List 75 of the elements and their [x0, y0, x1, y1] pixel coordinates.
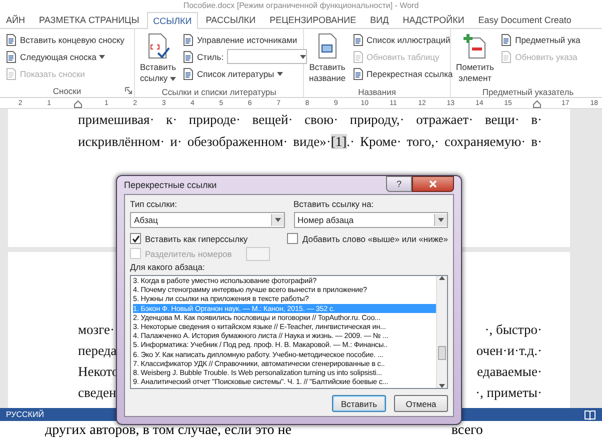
- group-label: Ссылки и списки литературы: [160, 86, 278, 98]
- ribbon-tab[interactable]: РАССЫЛКИ: [200, 11, 262, 28]
- ribbon-tab[interactable]: АЙН: [0, 11, 31, 28]
- ribbon-button[interactable]: Следующая сноска: [3, 48, 126, 65]
- document-text-line: примешивая· к· природе· вещей· свою· природу,· отражает· вещи· в·: [78, 111, 542, 129]
- ribbon-button[interactable]: Предметный ука: [498, 31, 582, 48]
- caret-icon: [170, 77, 176, 81]
- ribbon-large-button[interactable]: Вставить название: [307, 31, 348, 86]
- caret-icon: [274, 218, 280, 222]
- dialog-button[interactable]: Вставить: [332, 395, 386, 412]
- ribbon-large-button[interactable]: Вставить ссылку: [138, 31, 178, 86]
- document-check-icon: [146, 33, 170, 59]
- scrollbar-thumb[interactable]: [438, 346, 446, 360]
- document-text: ·, приметы·: [476, 384, 542, 402]
- scroll-up-icon[interactable]: [439, 276, 445, 280]
- caret-icon: [277, 72, 284, 76]
- caret-icon: [300, 54, 306, 58]
- insert-reference-dropdown[interactable]: Номер абзаца: [294, 212, 448, 228]
- document-text: едаваемые·: [477, 363, 542, 381]
- document-icon: [5, 68, 17, 80]
- document-icon: [182, 68, 194, 80]
- document-text: всего: [451, 422, 483, 440]
- document-icon: [352, 68, 364, 80]
- ribbon-button[interactable]: Управление источниками: [180, 31, 309, 48]
- document-icon: [500, 50, 512, 62]
- document-icon: [352, 34, 364, 46]
- checkbox[interactable]: Вставить как гиперссылку: [130, 232, 278, 245]
- document-icon: [182, 50, 194, 62]
- paragraph-listbox[interactable]: [130, 275, 448, 389]
- scrollbar[interactable]: [436, 276, 447, 388]
- document-text: переда: [78, 342, 117, 360]
- group-label: Сноски: [52, 85, 82, 97]
- window-title: Пособие.docx [Режим ограниченной функциональности] - Word: [182, 0, 420, 11]
- ribbon-tab[interactable]: РАЗМЕТКА СТРАНИЦЫ: [32, 11, 146, 28]
- scroll-down-icon[interactable]: [439, 384, 445, 388]
- ribbon-button[interactable]: Перекрестная ссылка: [350, 65, 455, 82]
- field-label: Тип ссылки:: [130, 199, 178, 210]
- ribbon-tab[interactable]: ССЫЛКИ: [147, 12, 198, 29]
- close-icon: [429, 180, 437, 188]
- ribbon-button[interactable]: Вставить концевую сноску: [3, 31, 126, 48]
- ribbon-tab[interactable]: НАДСТРОЙКИ: [396, 11, 470, 28]
- ribbon-tab[interactable]: РЕЦЕНЗИРОВАНИЕ: [264, 11, 362, 28]
- ribbon-tab[interactable]: ВИД: [364, 11, 395, 28]
- document-icon: [5, 34, 17, 46]
- document-text-line: искривлённом· и· обезображенном· виде»·[1].· Кроме· того,· сохраняемую· в·: [78, 133, 542, 151]
- document-text: мозге·: [78, 321, 114, 339]
- document-icon: [500, 34, 512, 46]
- document-icon: [5, 50, 17, 62]
- ribbon-large-button[interactable]: Пометить элемент: [454, 31, 496, 86]
- document-plus-icon: [463, 33, 488, 59]
- ribbon-button[interactable]: Список иллюстраций: [350, 31, 455, 48]
- document-text: ·, быстро·: [484, 321, 542, 339]
- document-icon: [182, 34, 194, 46]
- group-label: Названия: [357, 86, 397, 98]
- field-label: Вставить ссылку на:: [294, 199, 375, 210]
- document-text: очен·и·т.д.·: [476, 342, 542, 360]
- reference-type-dropdown[interactable]: Абзац: [130, 212, 284, 228]
- ribbon-tab[interactable]: Easy Document Creato: [472, 11, 578, 28]
- help-button[interactable]: ?: [386, 176, 412, 192]
- check-icon: [132, 234, 140, 242]
- field-label: Для какого абзаца:: [130, 262, 206, 273]
- checkbox[interactable]: Добавить слово «выше» или «ниже»: [287, 232, 448, 245]
- launcher-icon[interactable]: [125, 87, 132, 94]
- caret-icon: [438, 218, 444, 222]
- document-icon: [352, 50, 364, 62]
- book-icon[interactable]: [584, 410, 596, 420]
- ribbon-button[interactable]: Список литературы: [180, 65, 309, 82]
- document-text: других авторов, в том случае, если это не: [45, 422, 292, 440]
- group-label: Предметный указатель: [481, 86, 575, 98]
- dialog-title: Перекрестные ссылки: [124, 180, 217, 190]
- dialog-button[interactable]: Отмена: [394, 395, 448, 412]
- document-text: сведен: [78, 384, 116, 402]
- close-button[interactable]: [412, 176, 454, 192]
- caret-icon: [99, 54, 106, 58]
- language-status[interactable]: РУССКИЙ: [6, 410, 44, 419]
